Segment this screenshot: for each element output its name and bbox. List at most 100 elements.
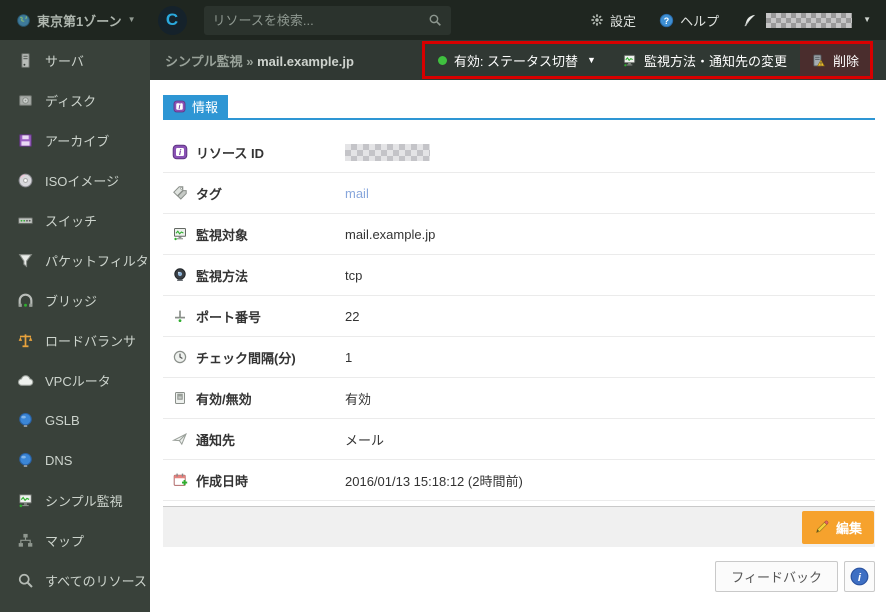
action-bar: シンプル監視 » mail.example.jp 有効: ステータス切替 ▼ 監…: [150, 40, 886, 80]
delete-warning-icon: [811, 53, 826, 68]
sidebar-item-disk[interactable]: ディスク: [0, 80, 150, 120]
sidebar-item-bridge[interactable]: ブリッジ: [0, 280, 150, 320]
sidebar-item-dns[interactable]: DNS: [0, 440, 150, 480]
change-method-label: 監視方法・通知先の変更: [643, 53, 787, 69]
disk-icon: [17, 92, 34, 109]
row-value: tcp: [345, 267, 363, 283]
send-icon: [172, 431, 188, 447]
table-footer-bar: 編集: [163, 506, 875, 547]
row-value: 1: [345, 349, 353, 365]
table-row-interval: チェック間隔(分) 1: [163, 337, 875, 378]
sidebar-item-label: すべてのリソース: [45, 573, 147, 589]
loadbalancer-icon: [17, 332, 34, 349]
server-icon: [17, 52, 34, 69]
highlight-annotation: 有効: ステータス切替 ▼ 監視方法・通知先の変更 削除: [421, 41, 873, 79]
delete-button[interactable]: 削除: [799, 44, 870, 76]
row-label: 監視方法: [196, 268, 249, 284]
row-label: ポート番号: [196, 309, 262, 325]
user-menu[interactable]: ▼: [742, 12, 871, 28]
row-label: タグ: [196, 186, 223, 202]
sidebar-item-label: ロードバランサ: [45, 333, 137, 349]
sidebar-item-gslb[interactable]: GSLB: [0, 400, 150, 440]
info-icon: [173, 100, 186, 113]
tab-label: 情報: [192, 100, 219, 115]
row-label: 通知先: [196, 432, 236, 448]
sidebar-item-archive[interactable]: アーカイブ: [0, 120, 150, 160]
quill-icon: [742, 13, 757, 28]
user-name-redacted: [766, 12, 853, 28]
sitemap-icon: [17, 532, 34, 549]
sidebar-item-simple-monitor[interactable]: シンプル監視: [0, 480, 150, 520]
archive-icon: [17, 132, 34, 149]
sidebar-item-switch[interactable]: スイッチ: [0, 200, 150, 240]
row-value-redacted: [345, 143, 430, 161]
app-logo[interactable]: C: [157, 5, 187, 35]
sidebar-item-label: DNS: [45, 452, 73, 468]
content: シンプル監視 » mail.example.jp 有効: ステータス切替 ▼ 監…: [150, 40, 886, 612]
status-toggle-label: 有効: ステータス切替: [453, 53, 579, 69]
sidebar-item-label: GSLB: [45, 412, 80, 428]
tag-icon: [172, 185, 188, 201]
switch-icon: [17, 212, 34, 229]
sidebar-item-label: パケットフィルタ: [45, 253, 149, 269]
row-value: メール: [345, 432, 385, 448]
chevron-down-icon: ▼: [127, 15, 136, 24]
monitor-icon: [172, 226, 188, 242]
monitor-icon: [17, 492, 34, 509]
sidebar-item-vpc-router[interactable]: VPCルータ: [0, 360, 150, 400]
info-table: リソース ID タグ mail 監視対象 mail.example.jp 監視方法 tcp ポ…: [163, 132, 875, 501]
edit-button[interactable]: 編集: [801, 510, 874, 544]
status-dot-icon: [437, 55, 447, 65]
sidebar-item-map[interactable]: マップ: [0, 520, 150, 560]
row-label: チェック間隔(分): [196, 350, 296, 366]
sidebar-item-load-balancer[interactable]: ロードバランサ: [0, 320, 150, 360]
monitor-icon: [622, 53, 637, 68]
tab-bar: 情報: [163, 95, 875, 120]
globe-icon: [17, 452, 34, 469]
search-input[interactable]: [212, 12, 428, 28]
settings-button[interactable]: 設定: [590, 11, 636, 30]
row-label: 監視対象: [196, 227, 249, 243]
chevron-down-icon: ▼: [587, 55, 596, 65]
change-method-button[interactable]: 監視方法・通知先の変更: [609, 44, 800, 76]
search-box: [203, 5, 451, 35]
bridge-icon: [17, 292, 34, 309]
sidebar-item-iso-image[interactable]: ISOイメージ: [0, 160, 150, 200]
info-help-button[interactable]: [844, 561, 875, 592]
info-circle-icon: [850, 567, 869, 586]
pencil-icon: [814, 519, 830, 535]
sidebar-item-label: スイッチ: [45, 213, 98, 229]
row-value: 22: [345, 308, 360, 324]
zone-selector[interactable]: 東京第1ゾーン ▼: [16, 11, 136, 30]
tab-info[interactable]: 情報: [163, 95, 229, 118]
row-label: 作成日時: [196, 473, 249, 489]
settings-label: 設定: [610, 13, 637, 29]
sidebar-item-server[interactable]: サーバ: [0, 40, 150, 80]
row-value-tag-link[interactable]: mail: [345, 186, 369, 201]
info-icon: [172, 144, 188, 160]
breadcrumb-section[interactable]: シンプル監視: [165, 54, 243, 69]
sidebar-item-label: VPCルータ: [45, 373, 111, 389]
sidebar-item-all-resources[interactable]: すべてのリソース: [0, 560, 150, 600]
sidebar-item-label: シンプル監視: [45, 493, 123, 509]
table-row-target: 監視対象 mail.example.jp: [163, 214, 875, 255]
breadcrumb-separator: »: [246, 53, 254, 69]
help-icon: [659, 13, 674, 28]
status-toggle-button[interactable]: 有効: ステータス切替 ▼: [425, 44, 609, 76]
table-row-tags: タグ mail: [163, 173, 875, 214]
feedback-button[interactable]: フィードバック: [715, 561, 838, 592]
gear-icon: [590, 13, 604, 27]
help-label: ヘルプ: [680, 13, 720, 29]
chevron-down-icon: ▼: [863, 15, 871, 24]
row-label: リソース ID: [196, 145, 264, 161]
globe-zone-icon: [16, 13, 31, 28]
iso-icon: [17, 172, 34, 189]
sidebar-item-label: ディスク: [45, 93, 97, 109]
sidebar-item-label: ブリッジ: [45, 293, 98, 309]
sidebar-item-packet-filter[interactable]: パケットフィルタ: [0, 240, 150, 280]
table-row-port: ポート番号 22: [163, 296, 875, 337]
camera-icon: [172, 267, 188, 283]
row-value: mail.example.jp: [345, 226, 436, 242]
table-row-notify: 通知先 メール: [163, 419, 875, 460]
help-button[interactable]: ヘルプ: [659, 11, 719, 30]
